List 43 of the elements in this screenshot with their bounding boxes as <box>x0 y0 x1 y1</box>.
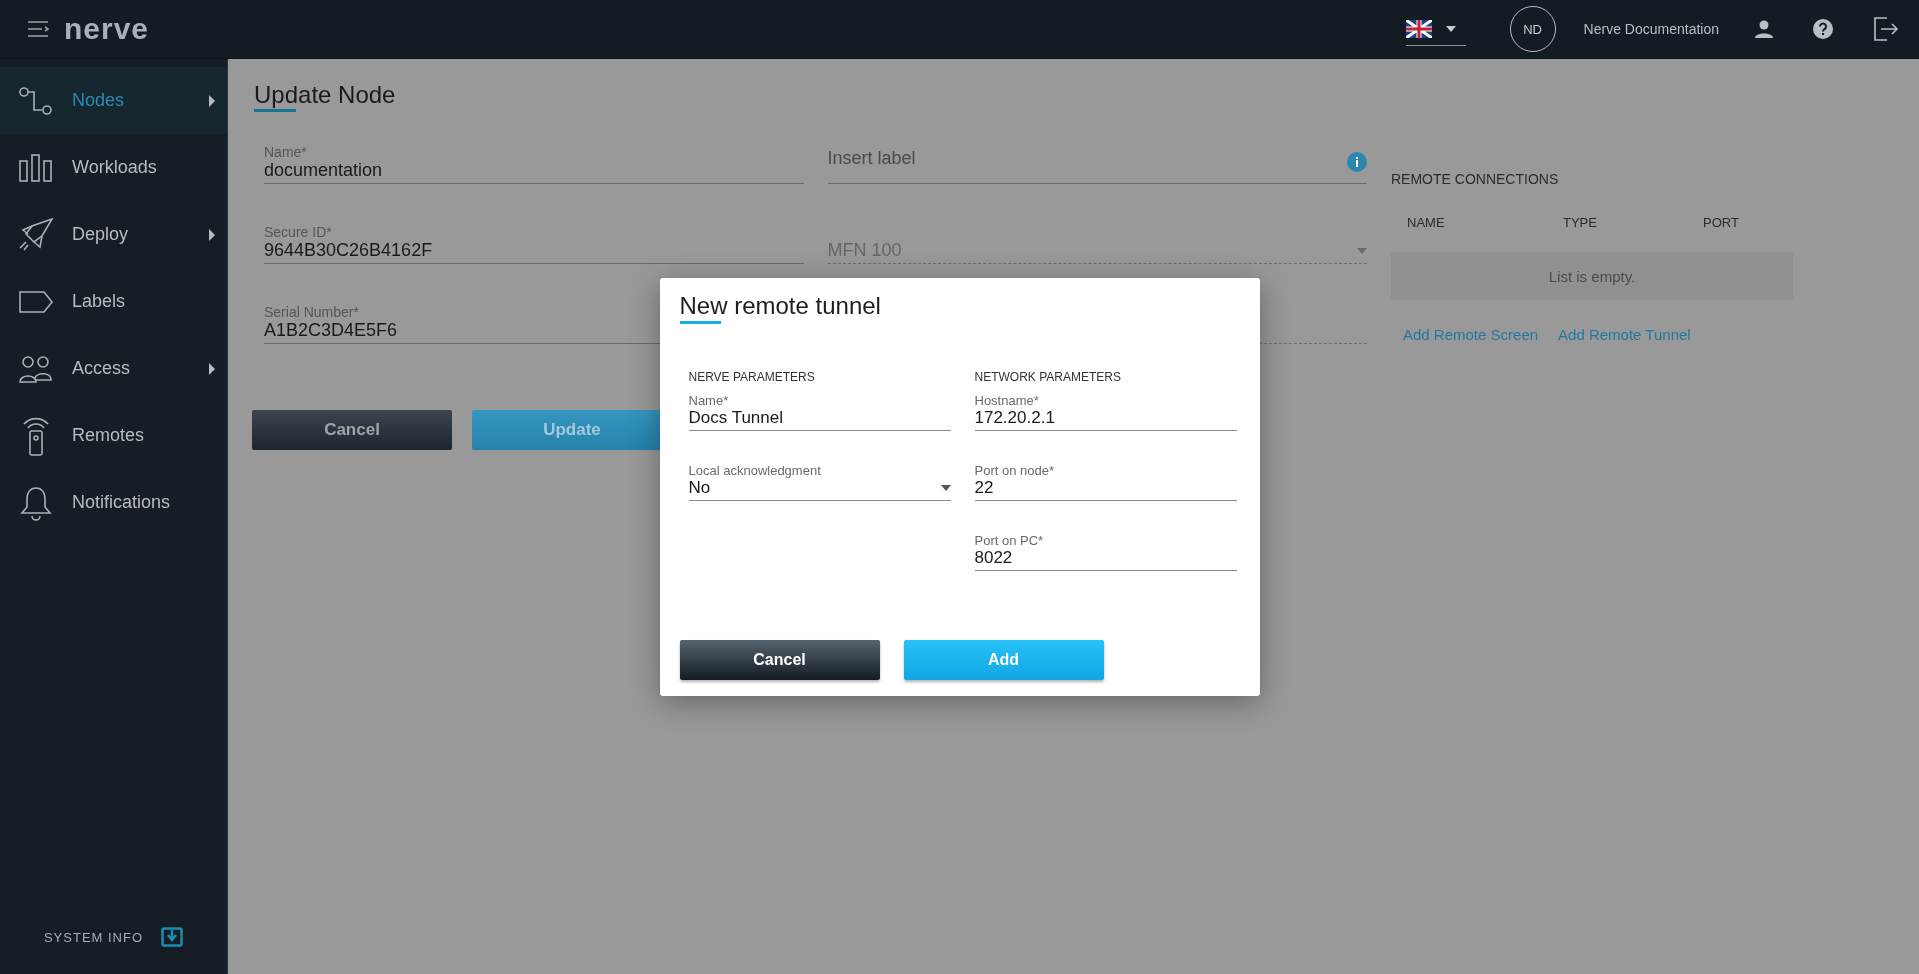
logout-icon[interactable] <box>1873 17 1899 41</box>
sidebar-item[interactable]: Nodes <box>0 67 227 134</box>
column-header: TYPE <box>1563 215 1598 230</box>
bell-icon <box>18 484 54 521</box>
cancel-button[interactable]: Cancel <box>252 410 452 450</box>
download-icon[interactable] <box>161 927 184 947</box>
user-icon[interactable] <box>1755 20 1773 38</box>
bar-chart-icon <box>18 152 54 183</box>
column-header: PORT <box>1703 215 1740 230</box>
tag-icon <box>18 289 54 314</box>
section-title: REMOTE CONNECTIONS <box>1391 171 1560 187</box>
text-input-field[interactable]: Name* documentation <box>264 126 804 184</box>
section-heading: NETWORK PARAMETERS <box>974 370 1122 384</box>
sidebar-item[interactable]: Access <box>0 335 227 402</box>
help-icon[interactable] <box>1813 19 1833 39</box>
input-field[interactable]: Port on node* 22 <box>974 456 1237 501</box>
sidebar-item[interactable]: Remotes <box>0 402 227 469</box>
input-field[interactable]: Name* Docs Tunnel <box>688 386 951 431</box>
users-icon <box>18 353 54 384</box>
caret-icon <box>1357 247 1367 254</box>
cancel-button[interactable]: Cancel <box>679 640 880 680</box>
info-icon[interactable] <box>1347 151 1367 172</box>
sidebar-item[interactable]: Labels <box>0 268 227 335</box>
menu-icon[interactable] <box>28 20 50 38</box>
nodes-icon <box>18 85 54 116</box>
sidebar-item[interactable]: Deploy <box>0 201 227 268</box>
sidebar-item[interactable]: Workloads <box>0 134 227 201</box>
section-heading: NERVE PARAMETERS <box>688 370 816 384</box>
caret-icon <box>1445 25 1456 32</box>
page-title: Update Node <box>254 81 396 112</box>
column-header: NAME <box>1407 215 1446 230</box>
flag-icon <box>1405 19 1432 38</box>
text-input-field[interactable]: Secure ID* 9644B30C26B4162F <box>264 206 804 264</box>
logo[interactable]: nerve <box>64 12 150 46</box>
system-info-label[interactable]: SYSTEM INFO <box>43 929 144 945</box>
input-field[interactable]: Hostname* 172.20.2.1 <box>974 386 1237 431</box>
select-field[interactable]: Local acknowledgment No <box>688 456 951 501</box>
input-field[interactable]: Port on PC* 8022 <box>974 526 1237 571</box>
rocket-icon <box>18 217 54 252</box>
user-name: Nerve Documentation <box>1583 21 1719 37</box>
sidebar-item[interactable]: Notifications <box>0 469 227 536</box>
empty-list-message: List is empty. <box>1391 252 1793 300</box>
caret-icon <box>940 485 951 491</box>
